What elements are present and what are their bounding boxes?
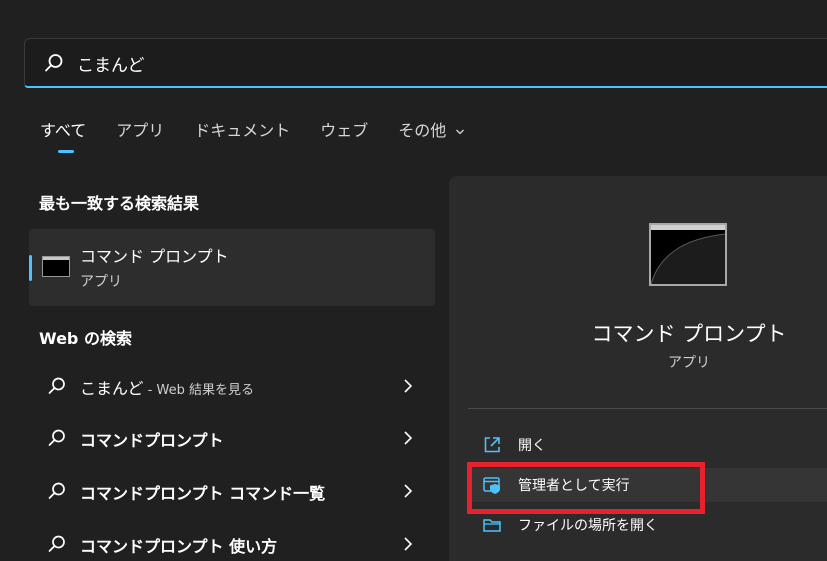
tab-documents-label: ドキュメント: [194, 121, 291, 140]
chevron-right-icon: [404, 431, 413, 445]
open-action[interactable]: 開く: [468, 428, 827, 462]
details-app-type: アプリ: [668, 355, 710, 371]
web-result-label: コマンドプロンプト: [80, 431, 224, 450]
tab-documents[interactable]: ドキュメント: [194, 120, 290, 154]
run-as-admin-label: 管理者として実行: [518, 478, 630, 494]
tab-all-label: すべて: [40, 121, 87, 140]
open-file-location-label: ファイルの場所を開く: [518, 518, 658, 534]
chevron-right-icon: [404, 379, 413, 393]
chevron-right-icon: [404, 537, 413, 551]
command-prompt-icon: [42, 256, 70, 277]
best-match-title: コマンド プロンプト: [80, 247, 229, 266]
web-result-item[interactable]: コマンドプロンプト コマンド一覧: [29, 471, 435, 511]
console-glow-shape: [651, 233, 725, 284]
web-result-label: こまんど - Web 結果を見る: [80, 375, 254, 399]
web-result-label: コマンドプロンプト コマンド一覧: [80, 484, 326, 503]
web-result-label: コマンドプロンプト 使い方: [80, 537, 278, 556]
web-result-item[interactable]: コマンドプロンプト 使い方: [29, 524, 435, 561]
search-icon: [48, 429, 65, 446]
web-result-item[interactable]: コマンドプロンプト: [29, 418, 435, 458]
folder-icon: [483, 519, 501, 532]
best-match-subtitle: アプリ: [80, 274, 122, 290]
filter-tabs: すべて アプリ ドキュメント ウェブ その他: [40, 120, 495, 154]
web-result-item[interactable]: こまんど - Web 結果を見る: [29, 366, 435, 406]
web-result-suffix: - Web 結果を見る: [143, 383, 254, 398]
tab-web-label: ウェブ: [320, 121, 369, 140]
tab-more-label: その他: [398, 121, 447, 140]
web-result-query: こまんど: [80, 379, 144, 398]
app-details-panel: コマンド プロンプト アプリ 開く 管理者として実行 ファイルの場所を開く: [449, 176, 827, 561]
start-search-window: すべて アプリ ドキュメント ウェブ その他 最も一致する検索結果 コマンド プ…: [0, 0, 827, 561]
search-box[interactable]: [24, 38, 827, 88]
search-icon: [45, 54, 63, 72]
run-as-admin-action[interactable]: 管理者として実行: [468, 468, 827, 502]
open-external-icon: [484, 437, 500, 453]
search-icon: [48, 482, 65, 499]
search-icon: [48, 377, 65, 394]
details-divider: [468, 408, 827, 409]
command-prompt-large-icon: [649, 223, 727, 286]
chevron-down-icon: [456, 129, 465, 134]
tab-apps-label: アプリ: [116, 121, 165, 140]
tab-web[interactable]: ウェブ: [320, 120, 368, 154]
search-input[interactable]: [75, 48, 679, 78]
tab-apps[interactable]: アプリ: [116, 120, 164, 154]
details-app-title: コマンド プロンプト: [591, 322, 787, 346]
tab-active-indicator: [58, 150, 74, 153]
best-match-heading: 最も一致する検索結果: [39, 194, 200, 213]
tab-more[interactable]: その他: [398, 120, 465, 154]
tab-all[interactable]: すべて: [40, 120, 86, 154]
run-as-admin-shield-icon: [483, 477, 500, 494]
selection-accent-bar: [29, 255, 32, 281]
open-file-location-action[interactable]: ファイルの場所を開く: [468, 508, 827, 542]
web-search-heading: Web の検索: [39, 329, 132, 348]
chevron-right-icon: [404, 484, 413, 498]
best-match-result[interactable]: コマンド プロンプト アプリ: [29, 229, 435, 306]
search-icon: [48, 535, 65, 552]
open-action-label: 開く: [518, 438, 546, 454]
